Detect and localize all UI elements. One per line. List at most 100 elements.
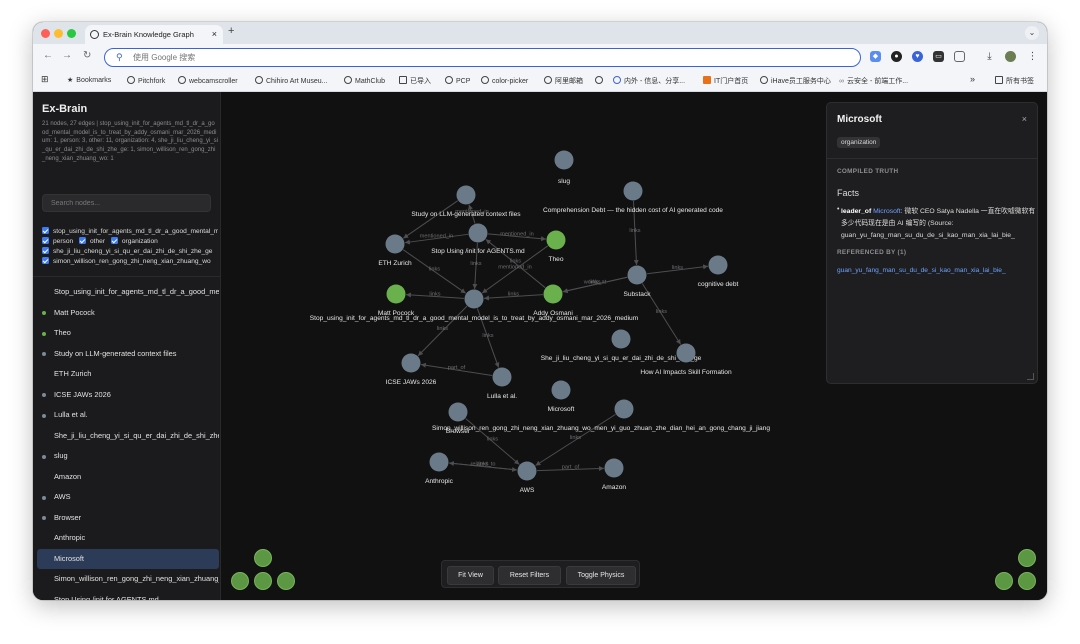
- navigation-button[interactable]: [1018, 549, 1036, 567]
- node-list-item[interactable]: Stop Using /init for AGENTS.md: [37, 590, 219, 601]
- graph-node-lulla[interactable]: [492, 367, 512, 387]
- bookmark-item[interactable]: IT门户首页: [703, 76, 748, 86]
- search-nodes-input[interactable]: [42, 194, 211, 212]
- filter-row[interactable]: simon_willison_ren_gong_zhi_neng_xian_zh…: [42, 257, 218, 267]
- node-list-item[interactable]: Microsoft: [37, 548, 219, 569]
- checkbox-checked-icon[interactable]: [79, 237, 87, 244]
- graph-node-anthropic[interactable]: [429, 452, 449, 472]
- bookmark-item[interactable]: MathClub: [344, 76, 385, 85]
- bookmark-item[interactable]: PCP: [445, 76, 470, 85]
- navigation-button[interactable]: [277, 572, 295, 590]
- address-bar[interactable]: ⚲: [104, 48, 861, 67]
- navigation-button[interactable]: [254, 549, 272, 567]
- bookmark-folder[interactable]: 已导入: [399, 76, 431, 86]
- node-list-item[interactable]: ETH Zurich: [37, 364, 219, 385]
- tab-search-icon[interactable]: ⌄: [1025, 26, 1039, 40]
- node-list-item[interactable]: Matt Pocock: [37, 303, 219, 324]
- navigation-button[interactable]: [1018, 572, 1036, 590]
- bookmark-item[interactable]: ★ Bookmarks: [67, 76, 111, 84]
- graph-node-cogdebt[interactable]: [708, 255, 728, 275]
- bookmark-item[interactable]: [595, 76, 606, 85]
- bookmark-item[interactable]: Chihiro Art Museu...: [255, 76, 327, 85]
- more-bookmarks-button[interactable]: »: [970, 74, 975, 84]
- resize-handle[interactable]: [1027, 373, 1034, 380]
- fit-view-button[interactable]: Fit View: [447, 566, 494, 585]
- graph-node-stop[interactable]: [464, 289, 484, 309]
- extension-icon[interactable]: ♥: [912, 51, 923, 62]
- node-list-item[interactable]: Anthropic: [37, 528, 219, 549]
- node-list-item[interactable]: Amazon: [37, 467, 219, 488]
- extensions-puzzle-icon[interactable]: [954, 51, 965, 62]
- filter-row[interactable]: she_ji_liu_cheng_yi_si_qu_er_dai_zhi_de_…: [42, 247, 218, 257]
- node-list-item[interactable]: She_ji_liu_cheng_yi_si_qu_er_dai_zhi_de_…: [37, 426, 219, 447]
- close-tab-icon[interactable]: ×: [212, 29, 217, 39]
- node-list-item[interactable]: Lulla et al.: [37, 405, 219, 426]
- graph-node-slug[interactable]: [554, 150, 574, 170]
- new-tab-button[interactable]: +: [228, 25, 234, 37]
- filter-row[interactable]: person other organization: [42, 237, 218, 247]
- minimize-window-button[interactable]: [54, 29, 63, 38]
- address-input[interactable]: [133, 51, 833, 64]
- all-bookmarks-folder[interactable]: 所有书签: [995, 76, 1034, 86]
- zoom-window-button[interactable]: [67, 29, 76, 38]
- node-list-item[interactable]: Stop_using_init_for_agents_md_tl_dr_a_go…: [37, 282, 219, 303]
- graph-node-microsoft[interactable]: [551, 380, 571, 400]
- forward-icon[interactable]: →: [62, 50, 72, 61]
- graph-node-icse[interactable]: [401, 353, 421, 373]
- profile-avatar[interactable]: [1005, 51, 1016, 62]
- node-list-item[interactable]: Study on LLM-generated context files: [37, 344, 219, 365]
- bookmark-item[interactable]: 阿里邮箱: [544, 76, 583, 86]
- bookmark-item[interactable]: iHave员工服务中心: [760, 76, 831, 86]
- fact-link[interactable]: Microsoft: [873, 208, 901, 215]
- node-list-item[interactable]: ICSE JAWs 2026: [37, 385, 219, 406]
- bookmark-item[interactable]: Pitchfork: [127, 76, 165, 85]
- navigation-button[interactable]: [231, 572, 249, 590]
- menu-icon[interactable]: ⋮: [1027, 51, 1038, 62]
- node-list-item[interactable]: Simon_willison_ren_gong_zhi_neng_xian_zh…: [37, 569, 219, 590]
- filter-row[interactable]: stop_using_init_for_agents_md_tl_dr_a_go…: [42, 227, 218, 237]
- extension-icon[interactable]: ▭: [933, 51, 944, 62]
- bookmark-item[interactable]: 内外 - 信息、分享...: [613, 76, 685, 86]
- navigation-button[interactable]: [254, 572, 272, 590]
- graph-node-amazon[interactable]: [604, 458, 624, 478]
- back-icon[interactable]: ←: [43, 50, 53, 61]
- graph-node-debt[interactable]: [623, 181, 643, 201]
- checkbox-checked-icon[interactable]: [42, 257, 49, 264]
- graph-node-agentsmd[interactable]: [468, 223, 488, 243]
- bookmark-item[interactable]: webcamscroller: [178, 76, 238, 85]
- browser-tab[interactable]: Ex-Brain Knowledge Graph ×: [85, 25, 223, 44]
- bookmark-item[interactable]: color-picker: [481, 76, 528, 85]
- download-icon[interactable]: ⤓: [984, 51, 995, 62]
- graph-node-substack[interactable]: [627, 265, 647, 285]
- graph-node-browser[interactable]: [448, 402, 468, 422]
- graph-node-study[interactable]: [456, 185, 476, 205]
- graph-node-matt[interactable]: [386, 284, 406, 304]
- toggle-physics-button[interactable]: Toggle Physics: [566, 566, 636, 585]
- graph-node-simon[interactable]: [614, 399, 634, 419]
- graph-node-sheji[interactable]: [611, 329, 631, 349]
- checkbox-checked-icon[interactable]: [42, 237, 49, 244]
- graph-canvas[interactable]: mentioned_in mentioned_in mentioned_in link…: [221, 92, 1047, 600]
- graph-node-addy[interactable]: [543, 284, 563, 304]
- node-list-item[interactable]: slug: [37, 446, 219, 467]
- extension-icon[interactable]: ◆: [870, 51, 881, 62]
- graph-node-skill[interactable]: [676, 343, 696, 363]
- bookmark-item[interactable]: ∞ 云安全 - 前端工作...: [839, 76, 908, 86]
- node-list-item[interactable]: AWS: [37, 487, 219, 508]
- graph-node-aws[interactable]: [517, 461, 537, 481]
- close-icon[interactable]: ×: [1022, 114, 1027, 124]
- graph-node-eth[interactable]: [385, 234, 405, 254]
- checkbox-checked-icon[interactable]: [110, 237, 118, 244]
- navigation-button[interactable]: [995, 572, 1013, 590]
- extension-icon[interactable]: ●: [891, 51, 902, 62]
- close-window-button[interactable]: [41, 29, 50, 38]
- graph-node-theo[interactable]: [546, 230, 566, 250]
- referenced-link[interactable]: guan_yu_fang_man_su_du_de_si_kao_man_xia…: [837, 267, 1037, 274]
- node-list-item[interactable]: Theo: [37, 323, 219, 344]
- checkbox-checked-icon[interactable]: [42, 227, 49, 234]
- reset-filters-button[interactable]: Reset Filters: [498, 566, 561, 585]
- checkbox-checked-icon[interactable]: [42, 247, 49, 254]
- reload-icon[interactable]: ↻: [83, 50, 91, 61]
- apps-grid-icon[interactable]: ⊞: [41, 74, 49, 85]
- node-list-item[interactable]: Browser: [37, 508, 219, 529]
